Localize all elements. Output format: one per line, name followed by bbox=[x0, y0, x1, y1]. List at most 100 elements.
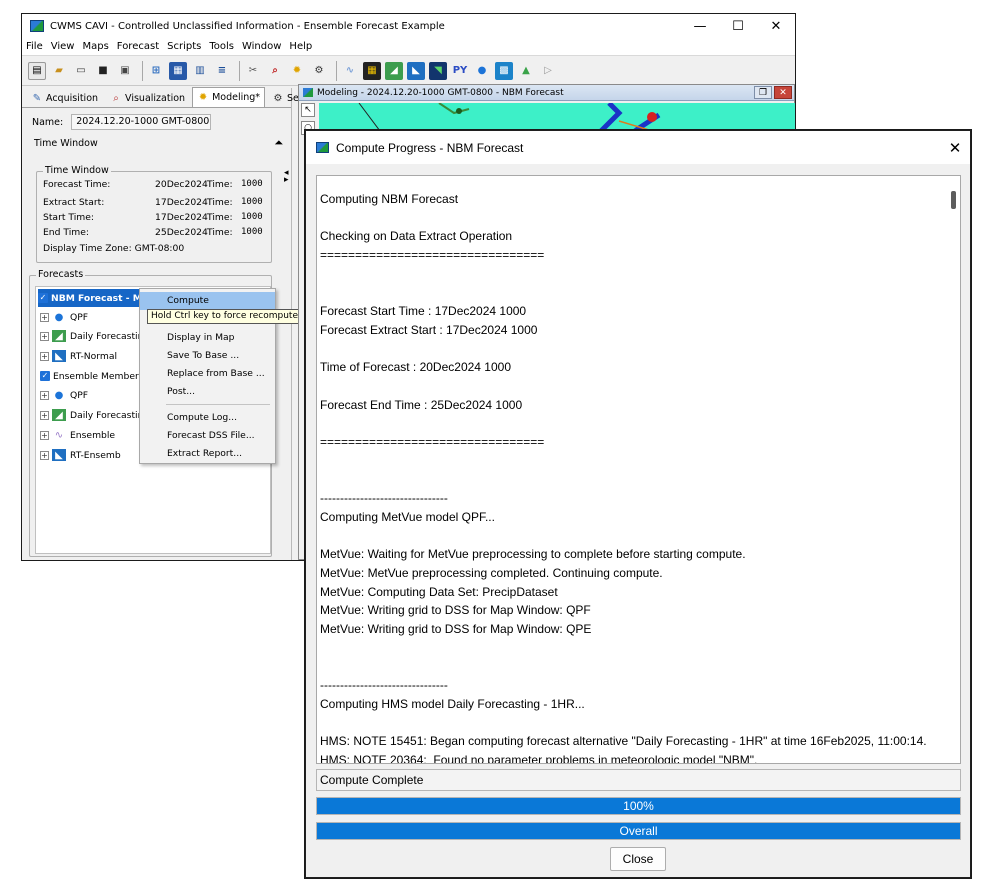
tab-visualization-label: Visualization bbox=[125, 93, 186, 104]
hydrograph-icon[interactable]: ∿ bbox=[341, 62, 359, 80]
tools-icon[interactable]: ✂ bbox=[244, 62, 262, 80]
visualization-icon: ⌕ bbox=[113, 93, 119, 104]
menu-item-post[interactable]: Post... bbox=[140, 383, 275, 401]
menu-separator bbox=[166, 404, 270, 405]
menu-item-extract-report[interactable]: Extract Report... bbox=[140, 445, 275, 463]
menu-forecast[interactable]: Forecast bbox=[117, 41, 159, 52]
save-icon[interactable]: ■ bbox=[94, 62, 112, 80]
row-time-label: Time: bbox=[207, 197, 233, 208]
network-icon[interactable]: ⊞ bbox=[147, 62, 165, 80]
minimize-button[interactable]: — bbox=[681, 14, 719, 38]
row-time-label: Time: bbox=[207, 227, 233, 238]
tree-item-qpf[interactable]: + ● QPF bbox=[40, 386, 88, 404]
time-window-group: Time Window Forecast Time: 20Dec2024 Tim… bbox=[36, 165, 272, 263]
expand-icon[interactable]: + bbox=[40, 450, 49, 460]
table-icon[interactable]: ▥ bbox=[191, 62, 209, 80]
pointer-tool-icon[interactable]: ↖ bbox=[301, 103, 315, 117]
tab-acquisition[interactable]: ✎ Acquisition bbox=[26, 89, 103, 107]
maximize-button[interactable]: ☐ bbox=[719, 14, 757, 38]
collapse-arrow-icon[interactable]: ⏶ bbox=[274, 136, 283, 150]
menu-help[interactable]: Help bbox=[289, 41, 312, 52]
play-icon[interactable]: ▷ bbox=[539, 62, 557, 80]
log-scrollbar[interactable] bbox=[946, 176, 960, 763]
splitter-arrows[interactable]: ◂ ▸ bbox=[284, 169, 289, 185]
raindrop-icon: ● bbox=[54, 311, 64, 323]
time-window-header[interactable]: Time Window ⏶ bbox=[22, 130, 291, 150]
chart-icon[interactable]: ▲ bbox=[517, 62, 535, 80]
setup-gear-icon: ⚙ bbox=[273, 93, 283, 104]
menu-item-replace-from-base[interactable]: Replace from Base ... bbox=[140, 365, 275, 383]
menu-file[interactable]: File bbox=[26, 41, 43, 52]
grid-icon[interactable]: ▦ bbox=[363, 61, 381, 80]
menu-maps[interactable]: Maps bbox=[82, 41, 108, 52]
row-date: 17Dec2024 bbox=[155, 197, 208, 208]
zoom-icon[interactable]: ⌕ bbox=[266, 62, 284, 80]
print-icon[interactable]: ▣ bbox=[116, 62, 134, 80]
extract-start-row: Extract Start: 17Dec2024 Time: 1000 bbox=[43, 197, 267, 208]
expand-icon[interactable]: + bbox=[40, 430, 49, 440]
overall-bar-label: Overall bbox=[619, 824, 658, 838]
tree-item-rt-ensemb[interactable]: + ◣ RT-Ensemb bbox=[40, 446, 121, 464]
tab-visualization[interactable]: ⌕ Visualization bbox=[105, 89, 190, 107]
tree-item-qpf[interactable]: + ● QPF bbox=[40, 308, 88, 326]
menu-item-save-to-base[interactable]: Save To Base ... bbox=[140, 347, 275, 365]
expand-icon[interactable]: + bbox=[40, 410, 49, 420]
close-frame-button[interactable]: ✕ bbox=[774, 86, 792, 99]
name-field: 2024.12.20-1000 GMT-0800 bbox=[71, 114, 212, 130]
module-tabs: ✎ Acquisition ⌕ Visualization ✹ Modeling… bbox=[22, 87, 315, 108]
menu-item-compute-log[interactable]: Compute Log... bbox=[140, 409, 275, 427]
compute-log-area[interactable]: Computing NBM Forecast Checking on Data E… bbox=[316, 175, 961, 764]
modeling-frame-titlebar[interactable]: Modeling - 2024.12.20-1000 GMT-0800 - NB… bbox=[299, 85, 794, 101]
python-icon[interactable]: PY bbox=[451, 62, 469, 80]
tree-item-ensemble-member[interactable]: ✓ Ensemble Member Fo bbox=[40, 367, 152, 385]
tree-item-ensemble[interactable]: + ∿ Ensemble bbox=[40, 426, 115, 444]
tree-item-rt-normal[interactable]: + ◣ RT-Normal bbox=[40, 347, 117, 365]
menu-view[interactable]: View bbox=[51, 41, 75, 52]
tab-modeling[interactable]: ✹ Modeling* bbox=[192, 87, 266, 107]
menu-item-compute[interactable]: Compute bbox=[140, 292, 275, 310]
menu-window[interactable]: Window bbox=[242, 41, 281, 52]
close-window-button[interactable]: ✕ bbox=[757, 14, 795, 38]
restore-frame-button[interactable]: ❐ bbox=[754, 86, 772, 99]
hms-icon[interactable]: ◢ bbox=[385, 61, 403, 80]
checkbox-icon[interactable]: ✓ bbox=[38, 293, 48, 303]
menu-item-display-in-map[interactable]: Display in Map bbox=[140, 329, 275, 347]
schematic-icon[interactable]: ▦ bbox=[169, 61, 187, 80]
tab-modeling-label: Modeling* bbox=[212, 92, 261, 103]
checkbox-icon[interactable]: ✓ bbox=[40, 371, 50, 381]
ras-icon[interactable]: ◥ bbox=[429, 61, 447, 80]
expand-icon[interactable]: + bbox=[40, 351, 49, 361]
close-button[interactable]: Close bbox=[610, 847, 666, 871]
main-toolbar: ▤ ▰ ▭ ■ ▣ ⊞ ▦ ▥ ≡ ✂ ⌕ ✹ ⚙ ∿ ▦ ◢ ◣ ◥ PY ●… bbox=[22, 56, 795, 86]
scrollbar-thumb[interactable] bbox=[951, 191, 956, 209]
open-folder-icon[interactable]: ▰ bbox=[50, 62, 68, 80]
new-watershed-icon[interactable]: ▤ bbox=[28, 61, 46, 80]
gear-icon[interactable]: ⚙ bbox=[310, 62, 328, 80]
log-line: HMS: NOTE 20364: Found no parameter prob… bbox=[320, 752, 758, 764]
expand-icon[interactable]: + bbox=[40, 390, 49, 400]
expand-icon[interactable]: + bbox=[40, 331, 49, 341]
res-icon: ◣ bbox=[52, 449, 66, 461]
row-time-value: 1000 bbox=[241, 179, 263, 189]
fia-icon[interactable]: ▩ bbox=[495, 61, 513, 80]
compute-gear-icon[interactable]: ✹ bbox=[288, 62, 306, 80]
dialog-close-icon[interactable]: ✕ bbox=[940, 139, 970, 157]
raindrop-icon[interactable]: ● bbox=[473, 62, 491, 80]
layers-icon[interactable]: ≡ bbox=[213, 62, 231, 80]
menu-scripts[interactable]: Scripts bbox=[167, 41, 201, 52]
main-titlebar[interactable]: CWMS CAVI - Controlled Unclassified Info… bbox=[22, 14, 795, 38]
folder-icon[interactable]: ▭ bbox=[72, 62, 90, 80]
menu-item-forecast-dss-file[interactable]: Forecast DSS File... bbox=[140, 427, 275, 445]
forecasts-legend: Forecasts bbox=[36, 269, 86, 280]
log-line: -------------------------------- bbox=[320, 678, 448, 693]
row-time-value: 1000 bbox=[241, 197, 263, 207]
reservoir-icon[interactable]: ◣ bbox=[407, 61, 425, 80]
modeling-frame-title: Modeling - 2024.12.20-1000 GMT-0800 - NB… bbox=[317, 87, 564, 98]
dialog-titlebar[interactable]: Compute Progress - NBM Forecast ✕ bbox=[306, 131, 970, 164]
menu-tools[interactable]: Tools bbox=[209, 41, 234, 52]
expand-icon[interactable]: + bbox=[40, 312, 49, 322]
